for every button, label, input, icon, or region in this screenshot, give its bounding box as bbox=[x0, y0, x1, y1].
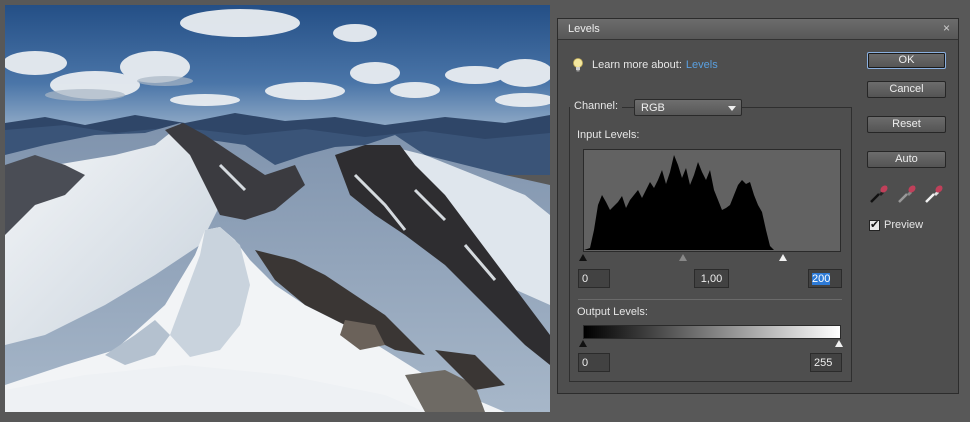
preview-label: Preview bbox=[884, 219, 924, 231]
output-white-field[interactable]: 255 bbox=[810, 353, 842, 372]
gray-eyedropper-icon[interactable] bbox=[896, 183, 918, 205]
cancel-button[interactable]: Cancel bbox=[867, 81, 946, 98]
output-black-slider[interactable] bbox=[579, 340, 587, 347]
divider bbox=[578, 299, 842, 300]
chevron-down-icon bbox=[728, 106, 736, 111]
channel-label: Channel: bbox=[570, 100, 623, 112]
mountain-photo bbox=[5, 5, 550, 412]
input-black-field[interactable]: 0 bbox=[578, 269, 610, 288]
checkbox-box: ✔ bbox=[869, 218, 880, 231]
levels-help-link[interactable]: Levels bbox=[686, 59, 718, 71]
reset-button[interactable]: Reset bbox=[867, 116, 946, 133]
black-eyedropper-icon[interactable] bbox=[868, 183, 890, 205]
output-white-slider[interactable] bbox=[835, 340, 843, 347]
histogram bbox=[583, 149, 841, 252]
output-levels-label: Output Levels: bbox=[577, 306, 648, 318]
learn-more-label: Learn more about: bbox=[592, 59, 682, 71]
output-gradient bbox=[583, 325, 841, 339]
auto-button[interactable]: Auto bbox=[867, 151, 946, 168]
channel-value: RGB bbox=[641, 102, 665, 114]
output-black-field[interactable]: 0 bbox=[578, 353, 610, 372]
learn-more-row: Learn more about: Levels bbox=[572, 57, 718, 73]
dialog-title: Levels bbox=[568, 23, 600, 35]
ok-button[interactable]: OK bbox=[867, 52, 946, 69]
white-eyedropper-icon[interactable] bbox=[923, 183, 945, 205]
lightbulb-icon bbox=[572, 57, 584, 73]
input-white-slider[interactable] bbox=[779, 254, 787, 261]
checkmark-icon: ✔ bbox=[870, 218, 880, 231]
dialog-titlebar[interactable]: Levels × bbox=[558, 19, 958, 40]
input-levels-label: Input Levels: bbox=[577, 129, 640, 141]
input-black-slider[interactable] bbox=[579, 254, 587, 261]
levels-dialog: Levels × Learn more about: Levels Channe… bbox=[557, 18, 959, 394]
input-gamma-field[interactable]: 1,00 bbox=[694, 269, 729, 288]
close-icon[interactable]: × bbox=[943, 21, 950, 35]
input-white-field[interactable]: 200 bbox=[808, 269, 842, 288]
input-gamma-slider[interactable] bbox=[679, 254, 687, 261]
channel-select[interactable]: RGB bbox=[634, 99, 742, 116]
preview-checkbox[interactable]: ✔ Preview bbox=[869, 219, 923, 231]
input-white-selected-text: 200 bbox=[812, 273, 831, 285]
